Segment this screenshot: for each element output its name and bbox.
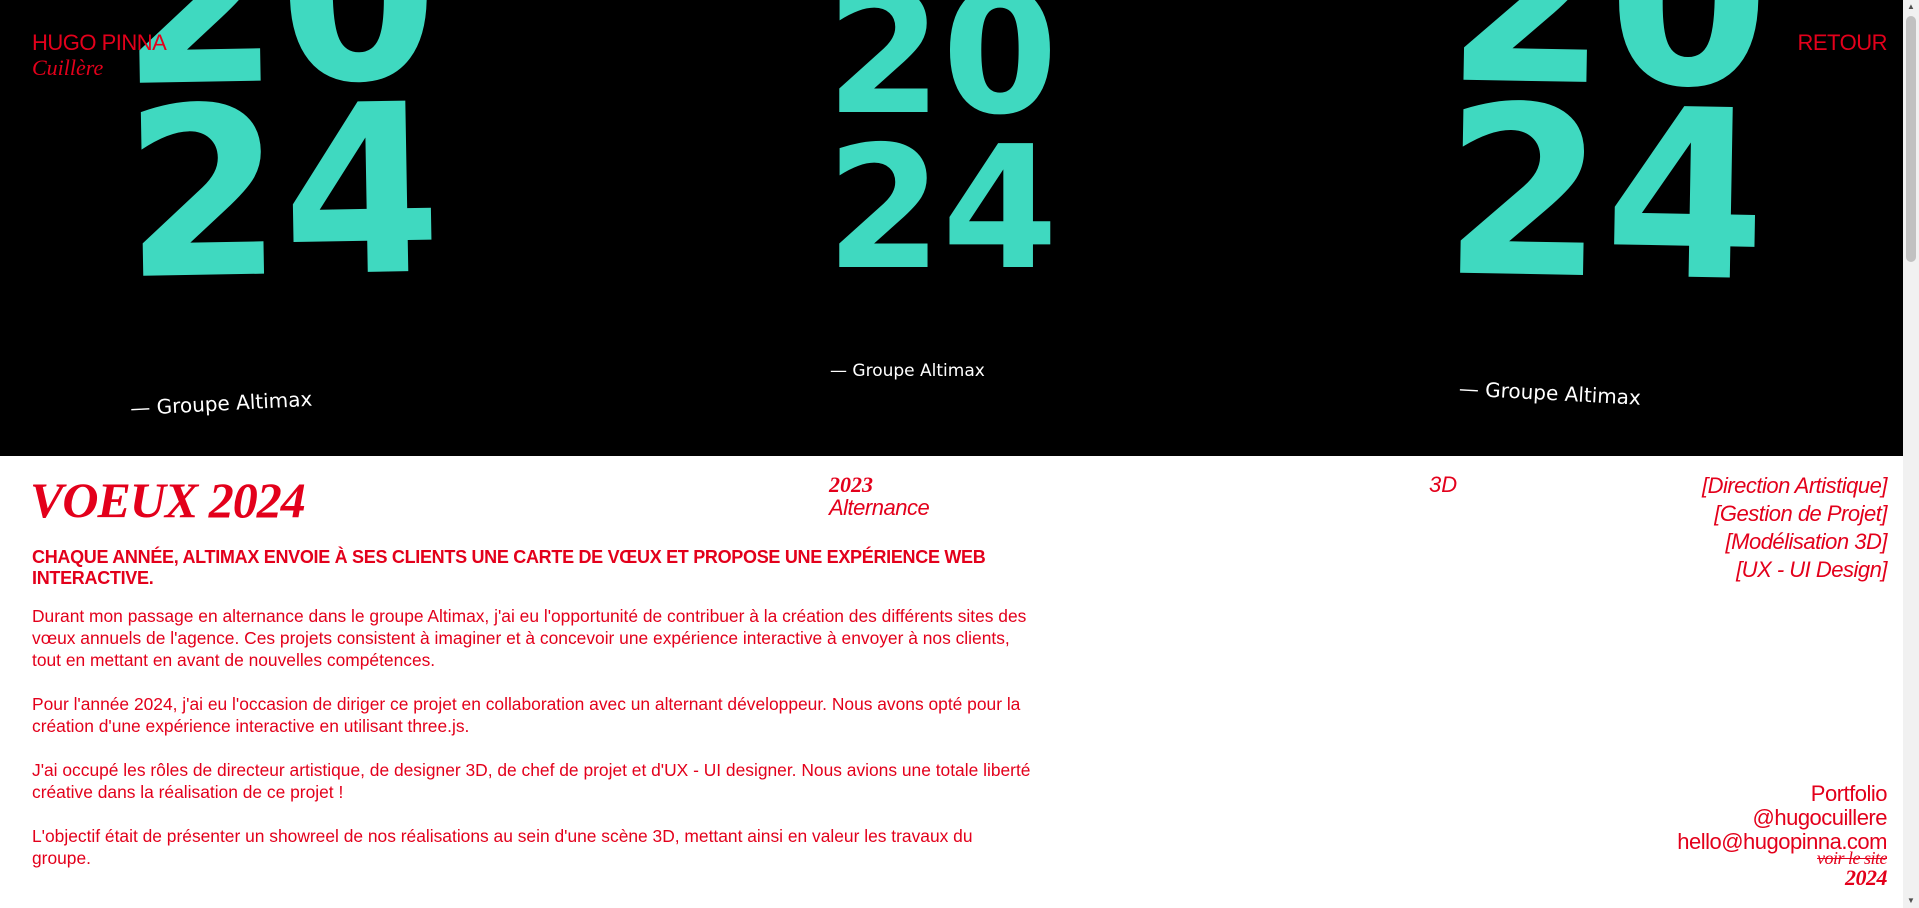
contact-block: Portfolio @hugocuillere hello@hugopinna.… bbox=[1677, 782, 1888, 890]
hero-artwork-center: 20 24 — Groupe Altimax bbox=[826, 0, 1058, 381]
brand-logo[interactable]: HUGO PINNA Cuillère bbox=[32, 30, 167, 80]
role-item: [UX - UI Design] bbox=[1736, 557, 1887, 582]
hero-media: 20 24 — Groupe Altimax 20 24 — Groupe Al… bbox=[0, 0, 1903, 456]
vertical-scrollbar[interactable]: ▲ ▼ bbox=[1903, 0, 1919, 908]
hero-artwork-right: 20 24 — Groupe Altimax bbox=[1441, 0, 1772, 410]
description-paragraph: Durant mon passage en alternance dans le… bbox=[32, 606, 1027, 670]
brand-name: HUGO PINNA bbox=[32, 30, 167, 55]
scroll-up-icon[interactable]: ▲ bbox=[1903, 0, 1919, 14]
hero-panel-right: 20 24 — Groupe Altimax bbox=[1268, 0, 1903, 456]
portfolio-link[interactable]: Portfolio bbox=[1677, 782, 1888, 806]
role-item: [Gestion de Projet] bbox=[1714, 501, 1887, 526]
project-lead: CHAQUE ANNÉE, ALTIMAX ENVOIE À SES CLIEN… bbox=[32, 547, 986, 588]
scrollbar-thumb[interactable] bbox=[1906, 16, 1916, 262]
brand-subtitle: Cuillère bbox=[32, 55, 104, 80]
project-year: 2023 bbox=[829, 472, 873, 497]
hero-caption: — Groupe Altimax bbox=[1458, 376, 1641, 410]
back-button[interactable]: RETOUR bbox=[1798, 30, 1888, 56]
hero-caption: — Groupe Altimax bbox=[130, 387, 313, 421]
description-paragraph: Pour l'année 2024, j'ai eu l'occasion de… bbox=[32, 694, 1021, 736]
project-tech: 3D bbox=[1429, 472, 1458, 497]
description-paragraph: L'objectif était de présenter un showree… bbox=[32, 826, 973, 868]
project-title: VOEUX 2024 bbox=[30, 472, 306, 528]
hero-year-bottom: 24 bbox=[121, 55, 443, 332]
description-paragraph: J'ai occupé les rôles de directeur artis… bbox=[32, 760, 1031, 802]
instagram-handle-link[interactable]: @hugocuillere bbox=[1677, 806, 1888, 830]
role-item: [Modélisation 3D] bbox=[1725, 529, 1888, 554]
hero-year-bottom: 24 bbox=[826, 109, 1058, 307]
project-description: Durant mon passage en alternance dans le… bbox=[32, 605, 1032, 891]
hero-year-bottom: 24 bbox=[1441, 56, 1769, 334]
copyright-year: 2024 bbox=[1845, 865, 1888, 890]
project-type: Alternance bbox=[829, 495, 930, 520]
hero-caption: — Groupe Altimax bbox=[830, 361, 985, 381]
scroll-down-icon[interactable]: ▼ bbox=[1903, 894, 1919, 908]
hero-panel-center: 20 24 — Groupe Altimax bbox=[634, 0, 1268, 456]
project-roles: [Direction Artistique] [Gestion de Proje… bbox=[1701, 472, 1888, 584]
role-item: [Direction Artistique] bbox=[1701, 473, 1888, 498]
